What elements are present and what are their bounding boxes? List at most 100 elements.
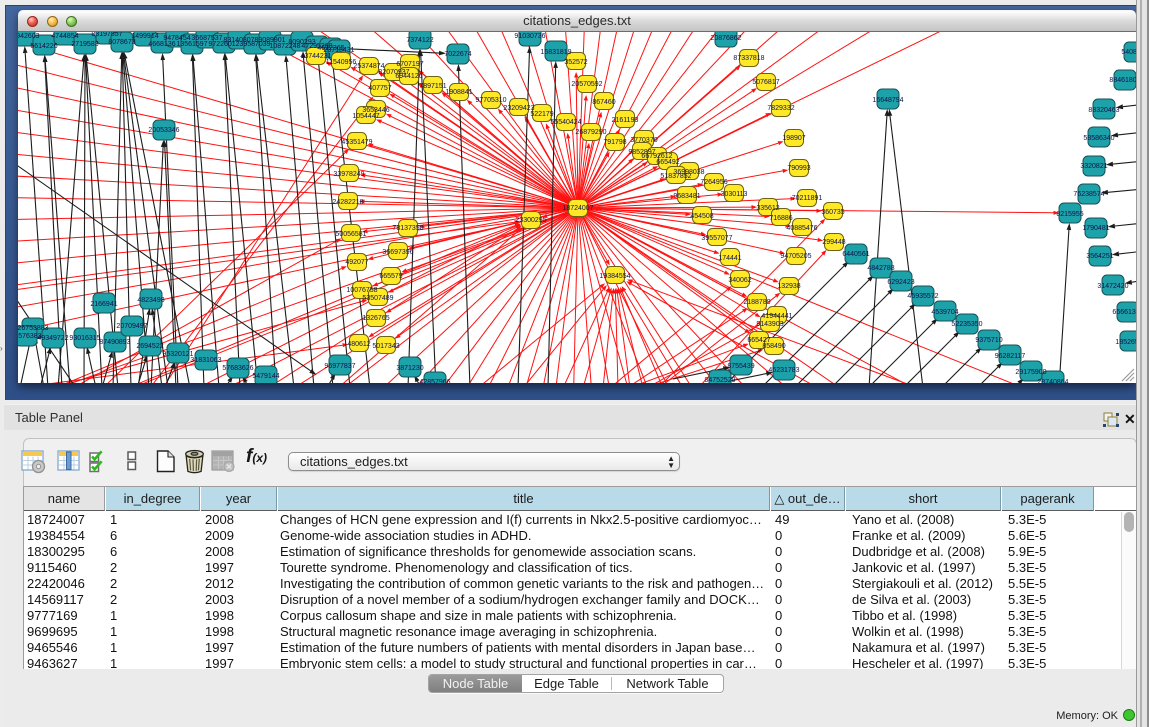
svg-text:70211891: 70211891 — [792, 195, 823, 202]
svg-text:8755439: 8755439 — [727, 363, 754, 370]
svg-text:7374122: 7374122 — [406, 37, 433, 44]
svg-text:407757: 407757 — [368, 85, 391, 92]
svg-text:20876862: 20876862 — [710, 35, 741, 42]
svg-text:3030113: 3030113 — [721, 191, 748, 198]
svg-text:6292423: 6292423 — [887, 279, 914, 286]
svg-text:45351479: 45351479 — [341, 139, 372, 146]
svg-text:522179: 522179 — [530, 111, 553, 118]
svg-text:39557077: 39557077 — [701, 235, 732, 242]
svg-text:5017343: 5017343 — [372, 343, 399, 350]
svg-text:5076817: 5076817 — [752, 79, 779, 86]
svg-text:16648794: 16648794 — [872, 97, 903, 104]
svg-text:5614226: 5614226 — [30, 43, 57, 50]
svg-text:23300295: 23300295 — [515, 217, 546, 224]
svg-text:31472420: 31472420 — [1097, 283, 1128, 290]
svg-text:6707197: 6707197 — [396, 61, 423, 68]
svg-text:45935572: 45935572 — [907, 293, 938, 300]
svg-text:7264956: 7264956 — [700, 179, 727, 186]
svg-text:8078673: 8078673 — [108, 39, 135, 46]
svg-text:87490893: 87490893 — [99, 339, 130, 346]
svg-text:174441: 174441 — [718, 255, 741, 262]
svg-text:360735: 360735 — [821, 209, 844, 216]
svg-text:88320463: 88320463 — [1088, 107, 1119, 114]
svg-text:7829332: 7829332 — [767, 105, 794, 112]
svg-text:352572: 352572 — [564, 59, 587, 66]
svg-text:2161193: 2161193 — [612, 117, 639, 124]
svg-text:40885476: 40885476 — [786, 225, 817, 232]
svg-text:31831063: 31831063 — [190, 357, 221, 364]
svg-text:20053346: 20053346 — [148, 127, 179, 134]
svg-text:10076758: 10076758 — [346, 287, 377, 294]
svg-text:1790481: 1790481 — [1082, 225, 1109, 232]
svg-text:299448: 299448 — [822, 239, 845, 246]
svg-text:198907: 198907 — [782, 135, 805, 142]
svg-text:95320121: 95320121 — [162, 351, 193, 358]
svg-text:96977837: 96977837 — [324, 363, 355, 370]
svg-text:480612: 480612 — [347, 341, 370, 348]
svg-text:716886: 716886 — [769, 215, 792, 222]
svg-text:20709497: 20709497 — [116, 323, 147, 330]
svg-text:76238574: 76238574 — [1073, 191, 1104, 198]
svg-text:26753883: 26753883 — [18, 325, 49, 332]
svg-text:55540424: 55540424 — [550, 119, 581, 126]
svg-text:4823498: 4823498 — [137, 297, 164, 304]
svg-text:93016315: 93016315 — [69, 335, 100, 342]
svg-text:4744854: 4744854 — [51, 33, 78, 40]
svg-text:492077: 492077 — [345, 259, 368, 266]
svg-text:4842788: 4842788 — [867, 265, 894, 272]
svg-text:3871230: 3871230 — [396, 365, 423, 372]
svg-text:11540956: 11540956 — [326, 59, 357, 66]
svg-text:52235350: 52235350 — [951, 321, 982, 328]
svg-text:791798: 791798 — [603, 139, 626, 146]
svg-text:1908841: 1908841 — [445, 89, 472, 96]
svg-text:1499914: 1499914 — [131, 33, 158, 40]
svg-text:6944126: 6944126 — [395, 73, 422, 80]
svg-text:3320821: 3320821 — [1080, 163, 1107, 170]
svg-text:42857966: 42857966 — [419, 379, 450, 383]
svg-text:84752529: 84752529 — [704, 377, 735, 383]
svg-text:9375710: 9375710 — [975, 337, 1002, 344]
svg-text:5408072: 5408072 — [1121, 49, 1136, 56]
svg-text:5479144: 5479144 — [252, 373, 279, 380]
svg-text:665492: 665492 — [656, 159, 679, 166]
svg-text:9143903: 9143903 — [756, 321, 783, 328]
svg-text:58586340: 58586340 — [1083, 135, 1114, 142]
svg-text:20570592: 20570592 — [571, 81, 602, 88]
svg-text:26879290: 26879290 — [575, 129, 606, 136]
svg-text:7897151: 7897151 — [419, 83, 446, 90]
svg-text:83197857: 83197857 — [91, 32, 122, 38]
svg-text:46231783: 46231783 — [768, 367, 799, 374]
svg-text:66661351: 66661351 — [1112, 309, 1136, 316]
svg-text:50056581: 50056581 — [335, 231, 366, 238]
svg-text:2719583: 2719583 — [71, 41, 98, 48]
svg-text:53507489: 53507489 — [362, 295, 393, 302]
svg-text:2166941: 2166941 — [90, 301, 117, 308]
svg-text:13561597: 13561597 — [176, 41, 207, 48]
svg-text:15831819: 15831819 — [540, 49, 571, 56]
svg-text:24282218: 24282218 — [332, 199, 363, 206]
svg-text:335612: 335612 — [756, 205, 779, 212]
svg-text:1054447: 1054447 — [352, 113, 379, 120]
svg-text:340062: 340062 — [728, 277, 751, 284]
svg-text:1326765: 1326765 — [362, 315, 389, 322]
svg-text:790993: 790993 — [787, 165, 810, 172]
svg-text:49349722: 49349722 — [37, 335, 68, 342]
svg-text:19384554: 19384554 — [599, 273, 630, 280]
svg-text:96282117: 96282117 — [995, 353, 1026, 360]
svg-text:132938: 132938 — [777, 283, 800, 290]
svg-text:33978249: 33978249 — [333, 171, 364, 178]
svg-text:4539704: 4539704 — [931, 309, 958, 316]
svg-text:29175900: 29175900 — [1015, 369, 1046, 376]
svg-text:87337818: 87337818 — [733, 55, 764, 62]
svg-text:2694522: 2694522 — [136, 343, 163, 350]
svg-text:24942603: 24942603 — [18, 33, 40, 40]
svg-text:97705310: 97705310 — [475, 97, 506, 104]
svg-text:858490: 858490 — [762, 343, 785, 350]
svg-text:3564251: 3564251 — [1086, 253, 1113, 260]
svg-text:2188789: 2188789 — [743, 299, 770, 306]
svg-text:6440561: 6440561 — [842, 251, 869, 258]
svg-text:4668136: 4668136 — [148, 41, 175, 48]
svg-text:91030736: 91030736 — [514, 33, 545, 40]
svg-text:867460: 867460 — [592, 99, 615, 106]
svg-text:94705205: 94705205 — [780, 253, 811, 260]
